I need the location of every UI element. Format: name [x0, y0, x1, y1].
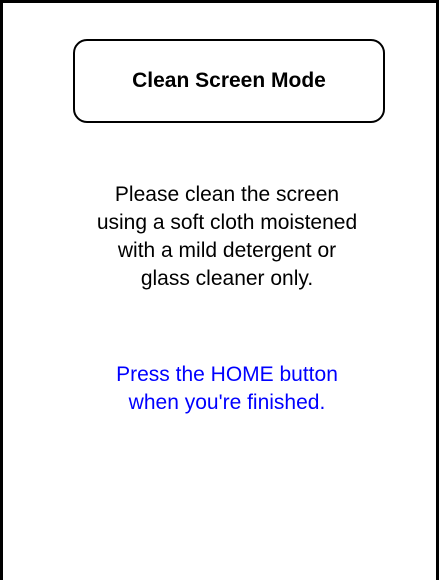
instruction-line: glass cleaner only. [140, 267, 314, 290]
page-title: Clean Screen Mode [132, 69, 326, 92]
finish-note: Press the HOME button when you're finish… [43, 361, 411, 417]
title-box: Clean Screen Mode [73, 39, 385, 123]
cleaning-instructions: Please clean the screen using a soft clo… [43, 181, 411, 293]
clean-screen-panel: Clean Screen Mode Please clean the scree… [0, 0, 439, 580]
finish-note-line: Press the HOME button [116, 363, 338, 386]
instruction-line: using a soft cloth moistened [96, 211, 358, 234]
instruction-line: Please clean the screen [114, 183, 340, 206]
instruction-line: with a mild detergent or [117, 239, 337, 262]
finish-note-line: when you're finished. [128, 391, 326, 414]
